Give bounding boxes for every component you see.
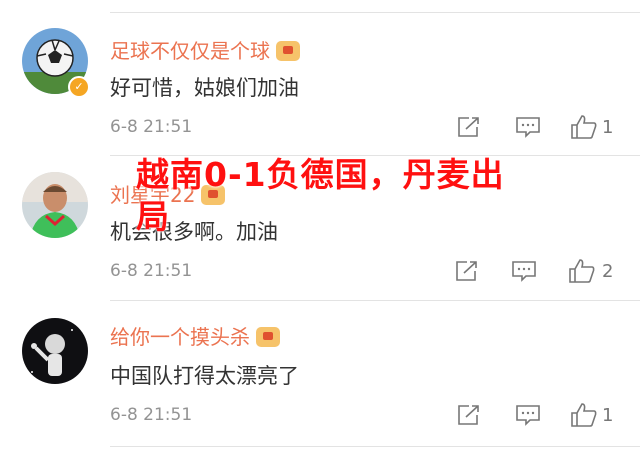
comment-time: 6-8 21:51	[110, 117, 193, 137]
comment-username[interactable]: 给你一个摸头杀	[110, 321, 280, 350]
thumbs-up-icon[interactable]	[568, 258, 596, 284]
share-icon[interactable]	[457, 404, 481, 426]
thumbs-up-icon[interactable]	[570, 402, 598, 428]
comment-icon[interactable]	[515, 116, 541, 138]
level-badge-icon	[256, 326, 280, 347]
overlay-headline: 越南0-1负德国，丹麦出局	[136, 155, 505, 236]
verified-badge-icon: ✓	[68, 76, 90, 98]
avatar[interactable]	[22, 318, 88, 384]
comment-text: 中国队打得太漂亮了	[110, 364, 299, 388]
comment-divider	[110, 446, 640, 447]
level-badge-icon	[276, 40, 300, 61]
top-divider	[110, 12, 640, 13]
like-count: 2	[602, 261, 614, 282]
comment-icon[interactable]	[511, 260, 537, 282]
comment-time: 6-8 21:51	[110, 405, 193, 425]
comment-divider	[110, 300, 640, 301]
comment-username[interactable]: 足球不仅仅是个球	[110, 35, 300, 64]
like-count: 1	[602, 117, 614, 138]
comment-time: 6-8 21:51	[110, 261, 193, 281]
avatar[interactable]	[22, 172, 88, 238]
thumbs-up-icon[interactable]	[570, 114, 598, 140]
share-icon[interactable]	[457, 116, 481, 138]
comment-item: ✓ 足球不仅仅是个球 好可惜，姑娘们加油 6-8 21:51 1	[0, 18, 640, 163]
comment-icon[interactable]	[515, 404, 541, 426]
like-count: 1	[602, 405, 614, 426]
comment-item: 给你一个摸头杀 中国队打得太漂亮了 6-8 21:51 1	[0, 304, 640, 449]
share-icon[interactable]	[455, 260, 479, 282]
comment-text: 好可惜，姑娘们加油	[110, 76, 299, 100]
